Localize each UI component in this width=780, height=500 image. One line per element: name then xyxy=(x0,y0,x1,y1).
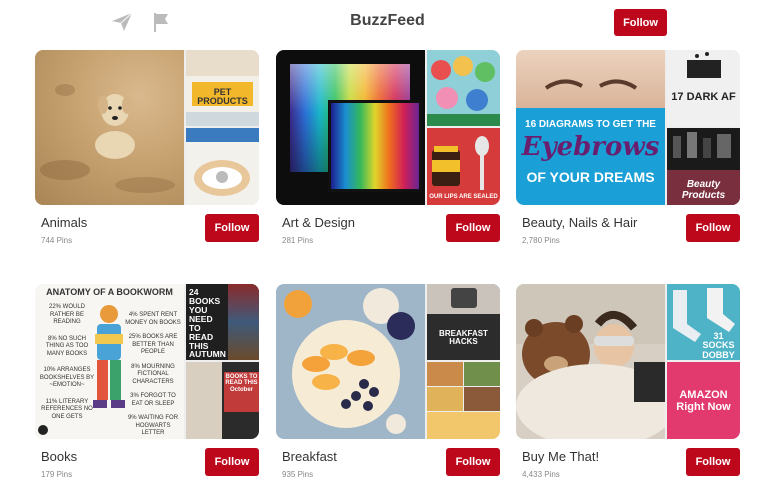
board-cover[interactable]: 31 SOCKS DOBBY AMAZON Right Now xyxy=(516,284,740,439)
pet-products-text: PET PRODUCTS xyxy=(197,87,248,107)
lips-sealed-text: OUR LIPS ARE SEALED xyxy=(429,194,498,200)
note: 9% WAITING FOR HOGWARTS LETTER xyxy=(127,415,179,436)
cover-image-october-books: BOOKS TO READ THIS October xyxy=(186,362,259,439)
autumn-books-text: 24 BOOKS YOU NEED TO READ THIS AUTUMN xyxy=(189,287,226,360)
board-card-buy-me-that[interactable]: 31 SOCKS DOBBY AMAZON Right Now Buy Me T… xyxy=(516,284,740,484)
cover-image-breakfast-bowl xyxy=(276,284,425,439)
board-cover[interactable]: BREAKFAST HACKS xyxy=(276,284,500,439)
note: 10% ARRANGES BOOKSHELVES BY ~EMOTION~ xyxy=(39,367,95,388)
note: 25% BOOKS ARE BETTER THAN PEOPLE xyxy=(128,334,178,355)
cover-image-dobby-socks: 31 SOCKS DOBBY xyxy=(667,284,740,360)
cover-image-beauty-products: Beauty Products xyxy=(667,128,740,205)
note: 3% FORGOT TO EAT OR SLEEP xyxy=(130,393,176,407)
beauty-products-text: Beauty Products xyxy=(681,179,726,201)
top-bar: BuzzFeed Follow xyxy=(0,0,780,46)
follow-buzzfeed-button[interactable]: Follow xyxy=(614,9,667,36)
follow-board-button[interactable]: Follow xyxy=(686,448,740,476)
cover-image-dog-in-sand xyxy=(35,50,184,205)
cover-image-eyebrows: 16 DIAGRAMS TO GET THE Eyebrows OF YOUR … xyxy=(516,50,665,205)
dobby-socks-text: 31 SOCKS DOBBY xyxy=(702,331,735,360)
note: 22% WOULD RATHER BE READING xyxy=(48,304,85,325)
eyebrows-line-1: 16 DIAGRAMS TO GET THE xyxy=(525,119,656,130)
breakfast-hacks-text: BREAKFAST HACKS xyxy=(439,329,488,347)
october-books-text: BOOKS TO READ THIS October xyxy=(225,374,258,393)
cover-image-anatomy-of-a-bookworm: ANATOMY OF A BOOKWORM 22% WOULD RATHER B… xyxy=(35,284,184,439)
eyebrows-line-3: OF YOUR DREAMS xyxy=(526,169,655,185)
board-card-beauty-nails-hair[interactable]: 16 DIAGRAMS TO GET THE Eyebrows OF YOUR … xyxy=(516,50,740,250)
flag-icon[interactable] xyxy=(150,11,172,33)
board-name[interactable]: Art & Design xyxy=(282,215,355,230)
board-card-art-design[interactable]: OUR LIPS ARE SEALED Art & Design 281 Pin… xyxy=(276,50,500,250)
board-card-books[interactable]: ANATOMY OF A BOOKWORM 22% WOULD RATHER B… xyxy=(35,284,259,484)
board-cover[interactable]: ANATOMY OF A BOOKWORM 22% WOULD RATHER B… xyxy=(35,284,259,439)
dark-af-text: 17 DARK AF xyxy=(671,91,736,103)
cover-image-anime-characters xyxy=(427,50,500,126)
cover-image-breakfast-hacks: BREAKFAST HACKS xyxy=(427,284,500,360)
pin-count: 281 Pins xyxy=(282,236,314,245)
board-cover[interactable]: 16 DIAGRAMS TO GET THE Eyebrows OF YOUR … xyxy=(516,50,740,205)
note: 11% LITERARY REFERENCES NO ONE GETS xyxy=(41,398,93,420)
follow-board-button[interactable]: Follow xyxy=(446,448,500,476)
board-cover[interactable]: PET PRODUCTS xyxy=(35,50,259,205)
cover-image-autumn-books: 24 BOOKS YOU NEED TO READ THIS AUTUMN xyxy=(186,284,259,360)
amazon-right-now-text: AMAZON Right Now xyxy=(676,389,731,413)
note: 4% SPENT RENT MONEY ON BOOKS xyxy=(125,312,181,326)
send-icon[interactable] xyxy=(111,12,133,32)
follow-board-button[interactable]: Follow xyxy=(686,214,740,242)
cover-image-rainbow-puzzle xyxy=(276,50,425,205)
cover-image-pet-products: PET PRODUCTS xyxy=(186,50,259,126)
board-name[interactable]: Animals xyxy=(41,215,87,230)
note: 8% MOURNING FICTIONAL CHARACTERS xyxy=(131,363,175,385)
bookworm-right-notes: 4% SPENT RENT MONEY ON BOOKS 25% BOOKS A… xyxy=(125,312,181,438)
cover-image-breakfast-grid xyxy=(427,362,500,439)
cover-image-dark-makeup: 17 DARK AF xyxy=(667,50,740,126)
board-name[interactable]: Beauty, Nails & Hair xyxy=(522,215,637,230)
cover-image-pet-bed xyxy=(186,128,259,205)
board-card-animals[interactable]: PET PRODUCTS Animals 744 Pins Follow xyxy=(35,50,259,250)
board-name[interactable]: Breakfast xyxy=(282,449,337,464)
cover-image-amazon-deals: AMAZON Right Now xyxy=(667,362,740,439)
pin-count: 744 Pins xyxy=(41,236,73,245)
eyebrows-line-2: Eyebrows xyxy=(521,132,660,162)
board-name[interactable]: Books xyxy=(41,449,77,464)
board-name[interactable]: Buy Me That! xyxy=(522,449,599,464)
follow-board-button[interactable]: Follow xyxy=(446,214,500,242)
note: 8% NO SUCH THING AS TOO MANY BOOKS xyxy=(45,335,89,357)
board-card-breakfast[interactable]: BREAKFAST HACKS Breakfast 935 Pins Follo… xyxy=(276,284,500,484)
pin-count: 179 Pins xyxy=(41,470,73,479)
cover-image-woman-with-bear xyxy=(516,284,665,439)
page-title: BuzzFeed xyxy=(350,12,425,29)
pin-count: 2,780 Pins xyxy=(522,236,560,245)
cover-image-vegemite-jar: OUR LIPS ARE SEALED xyxy=(427,128,500,205)
pin-count: 4,433 Pins xyxy=(522,470,560,479)
follow-board-button[interactable]: Follow xyxy=(205,214,259,242)
follow-board-button[interactable]: Follow xyxy=(205,448,259,476)
board-cover[interactable]: OUR LIPS ARE SEALED xyxy=(276,50,500,205)
pin-count: 935 Pins xyxy=(282,470,314,479)
bookworm-left-notes: 22% WOULD RATHER BE READING 8% NO SUCH T… xyxy=(39,304,95,421)
